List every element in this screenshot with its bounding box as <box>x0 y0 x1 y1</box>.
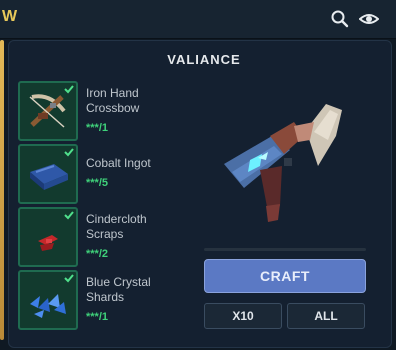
crystal-shards-icon <box>30 294 66 318</box>
craft-x10-button[interactable]: X10 <box>204 303 282 329</box>
ingredient-quantity: ***/5 <box>86 177 109 189</box>
cindercloth-icon <box>38 235 58 251</box>
craft-all-button[interactable]: ALL <box>287 303 365 329</box>
ingredient-name: Blue Crystal Shards <box>86 275 151 304</box>
crossbow-icon <box>29 94 66 128</box>
divider <box>204 248 366 251</box>
craft-button[interactable]: CRAFT <box>204 259 366 293</box>
recipe-title: VALIANCE <box>167 52 241 67</box>
check-icon <box>64 211 74 220</box>
ingredient-slot-crystal-shards[interactable] <box>18 270 78 330</box>
cobalt-ingot-icon <box>30 164 68 190</box>
ingredient-slot-crossbow[interactable] <box>18 81 78 141</box>
valiance-crossbow-icon <box>224 104 342 222</box>
check-icon <box>64 148 74 157</box>
ingredient-slot-cindercloth[interactable] <box>18 207 78 267</box>
ingredient-name: Cindercloth Scraps <box>86 212 147 241</box>
ingredient-quantity: ***/1 <box>86 122 109 134</box>
ingredient-quantity: ***/2 <box>86 248 109 260</box>
ingredient-slot-cobalt-ingot[interactable] <box>18 144 78 204</box>
top-bar: W <box>0 0 396 39</box>
header-tab-letter[interactable]: W <box>2 8 18 26</box>
search-icon[interactable] <box>330 9 350 29</box>
ingredient-name: Cobalt Ingot <box>86 156 151 170</box>
check-icon <box>64 85 74 94</box>
eye-icon[interactable] <box>359 9 379 29</box>
ingredient-quantity: ***/1 <box>86 311 109 323</box>
check-icon <box>64 274 74 283</box>
ingredient-name: Iron Hand Crossbow <box>86 86 140 115</box>
scroll-rail[interactable] <box>0 40 4 340</box>
